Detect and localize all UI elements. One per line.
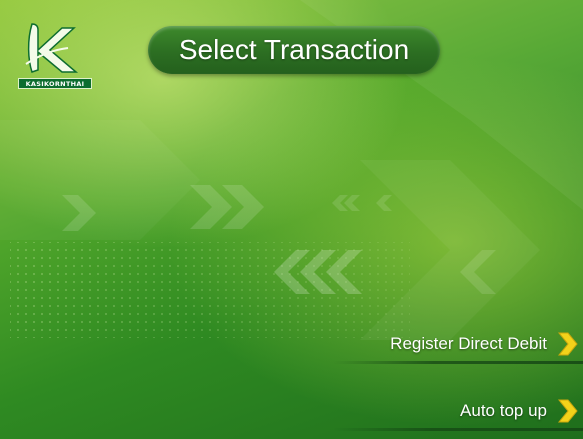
atm-screen: KASIKORNTHAI Select Transaction Register… <box>0 0 583 439</box>
auto-top-up-button[interactable]: Auto top up <box>333 391 583 431</box>
page-title: Select Transaction <box>148 26 440 74</box>
logo-text: KASIKORNTHAI <box>18 78 92 89</box>
option-underline <box>333 361 583 364</box>
option-label: Register Direct Debit <box>390 334 547 353</box>
option-underline <box>333 428 583 431</box>
chevron-right-icon <box>557 332 578 356</box>
kasikornthai-logo: KASIKORNTHAI <box>18 20 92 89</box>
kasikornthai-k-icon <box>25 23 79 73</box>
chevron-right-icon <box>557 399 578 423</box>
option-label: Auto top up <box>460 401 547 420</box>
register-direct-debit-button[interactable]: Register Direct Debit <box>333 324 583 364</box>
